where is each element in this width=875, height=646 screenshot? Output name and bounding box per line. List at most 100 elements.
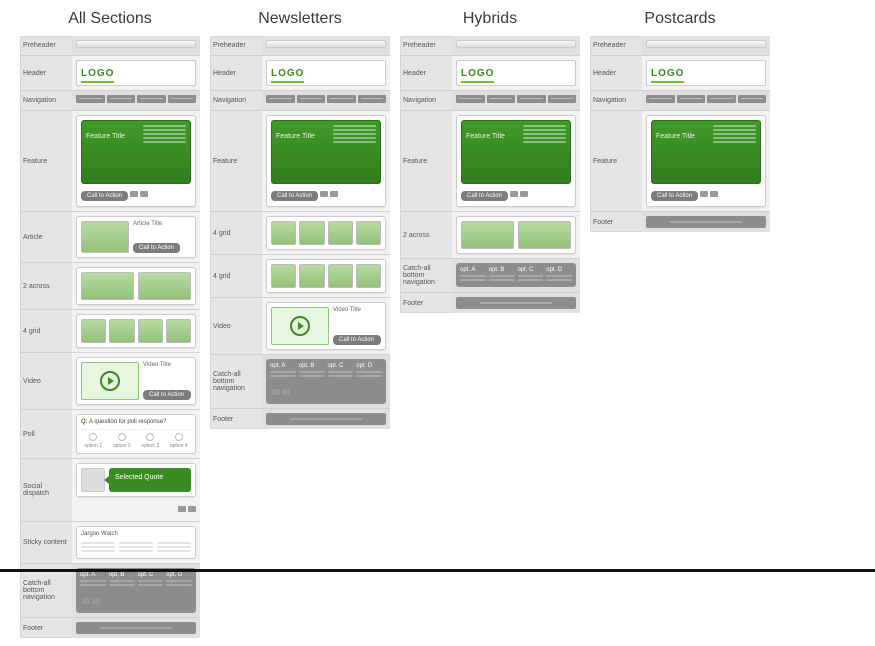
facebook-icon[interactable] — [320, 191, 328, 197]
article-title: Article Title — [133, 221, 191, 227]
catchall-nav[interactable]: opt. Aopt. Bopt. Copt. D — [266, 359, 386, 404]
video-card[interactable]: Video Title Call to Action — [76, 357, 196, 405]
grid-image — [109, 319, 134, 343]
column-hybrids: Hybrids Preheader HeaderLOGO Navigation … — [400, 8, 580, 638]
label-footer: Footer — [20, 618, 72, 638]
radio-icon[interactable] — [146, 433, 154, 441]
grid-image — [138, 272, 191, 300]
play-icon[interactable] — [290, 316, 310, 336]
logo: LOGO — [461, 66, 494, 83]
facebook-icon[interactable] — [178, 506, 186, 512]
footer-bar — [266, 413, 386, 425]
four-grid-card[interactable] — [266, 216, 386, 250]
label-two-across: 2 across — [20, 263, 72, 309]
cta-button[interactable]: Call to Action — [133, 243, 180, 253]
video-thumb[interactable] — [81, 362, 139, 400]
twitter-icon[interactable] — [330, 191, 338, 197]
twitter-icon[interactable] — [710, 191, 718, 197]
twitter-icon[interactable] — [140, 191, 148, 197]
footer-bar — [456, 297, 576, 309]
video-title: Video Title — [143, 362, 191, 368]
header-box: LOGO — [76, 60, 196, 86]
poll-question: A question for poll response? — [89, 419, 166, 425]
label-four-grid: 4 grid — [20, 310, 72, 352]
label-preheader: Preheader — [20, 36, 72, 55]
avatar — [81, 468, 105, 492]
two-across-card[interactable] — [456, 216, 576, 254]
radio-icon[interactable] — [89, 433, 97, 441]
four-grid-card[interactable] — [76, 314, 196, 348]
template-panel-postcards: Preheader HeaderLOGO Navigation FeatureF… — [590, 36, 770, 232]
nav-bar[interactable] — [76, 95, 196, 103]
column-title: Newsletters — [258, 10, 342, 28]
cta-button[interactable]: Call to Action — [81, 191, 128, 201]
template-panel-newsletters: Preheader HeaderLOGO Navigation FeatureF… — [210, 36, 390, 429]
poll-q-prefix: Q: — [81, 419, 88, 425]
poll-option[interactable]: option 1 — [81, 433, 106, 449]
feature-card[interactable]: Feature TitleCall to Action — [266, 115, 386, 207]
facebook-icon[interactable] — [272, 389, 280, 395]
twitter-icon[interactable] — [188, 506, 196, 512]
grid-image — [81, 319, 106, 343]
poll-option[interactable]: option 2 — [110, 433, 135, 449]
facebook-icon[interactable] — [510, 191, 518, 197]
label-navigation: Navigation — [20, 91, 72, 110]
preheader-bar — [266, 40, 386, 48]
logo: LOGO — [271, 66, 304, 83]
twitter-icon[interactable] — [520, 191, 528, 197]
radio-icon[interactable] — [118, 433, 126, 441]
label-poll: Poll — [20, 410, 72, 458]
jargon-title: Jargon Watch — [81, 531, 191, 537]
twitter-icon[interactable] — [282, 389, 290, 395]
column-all-sections: All Sections Preheader Header LOGO Naviga… — [20, 8, 200, 638]
catchall-nav[interactable]: opt. Aopt. Bopt. Copt. D — [456, 263, 576, 287]
facebook-icon[interactable] — [82, 598, 90, 604]
logo: LOGO — [651, 66, 684, 83]
grid-image — [81, 272, 134, 300]
label-feature: Feature — [20, 111, 72, 211]
feature-card[interactable]: Feature TitleCall to Action — [646, 115, 766, 207]
play-icon[interactable] — [100, 371, 120, 391]
column-title: All Sections — [68, 10, 152, 28]
label-article: Article — [20, 212, 72, 262]
column-title: Hybrids — [463, 10, 517, 28]
poll-card[interactable]: Q: A question for poll response? option 1… — [76, 414, 196, 454]
grid-image — [166, 319, 191, 343]
feature-card[interactable]: Feature TitleCall to Action — [456, 115, 576, 207]
nav-bar[interactable] — [646, 95, 766, 103]
article-image — [81, 221, 129, 253]
feature-card[interactable]: Feature Title Call to Action — [76, 115, 196, 207]
label-social: Social dispatch — [20, 459, 72, 521]
four-grid-card[interactable] — [266, 259, 386, 293]
preheader-bar — [456, 40, 576, 48]
facebook-icon[interactable] — [700, 191, 708, 197]
label-sticky: Sticky content — [20, 522, 72, 563]
nav-bar[interactable] — [456, 95, 576, 103]
article-card[interactable]: Article Title Call to Action — [76, 216, 196, 258]
poll-option[interactable]: option 4 — [167, 433, 192, 449]
bottom-border — [0, 569, 875, 572]
footer-bar — [76, 622, 196, 634]
quote-bubble: Selected Quote — [109, 468, 191, 492]
social-card[interactable]: Selected Quote — [76, 463, 196, 497]
logo: LOGO — [81, 66, 114, 83]
twitter-icon[interactable] — [92, 598, 100, 604]
label-header: Header — [20, 56, 72, 90]
cta-button[interactable]: Call to Action — [143, 390, 191, 400]
video-card[interactable]: Video TitleCall to Action — [266, 302, 386, 350]
column-postcards: Postcards Preheader HeaderLOGO Navigatio… — [590, 8, 770, 638]
catchall-nav[interactable]: opt. Aopt. Bopt. Copt. D — [76, 568, 196, 613]
column-title: Postcards — [644, 10, 715, 28]
poll-option[interactable]: option 3 — [138, 433, 163, 449]
template-panel-hybrids: Preheader HeaderLOGO Navigation FeatureF… — [400, 36, 580, 313]
preheader-bar — [76, 40, 196, 48]
nav-bar[interactable] — [266, 95, 386, 103]
preheader-bar — [646, 40, 766, 48]
facebook-icon[interactable] — [130, 191, 138, 197]
radio-icon[interactable] — [175, 433, 183, 441]
sticky-card[interactable]: Jargon Watch — [76, 526, 196, 559]
grid-image — [138, 319, 163, 343]
template-panel-all: Preheader HeaderLOGO Navigation FeatureF… — [20, 36, 200, 638]
feature-title: Feature Title — [86, 133, 125, 140]
two-across-card[interactable] — [76, 267, 196, 305]
